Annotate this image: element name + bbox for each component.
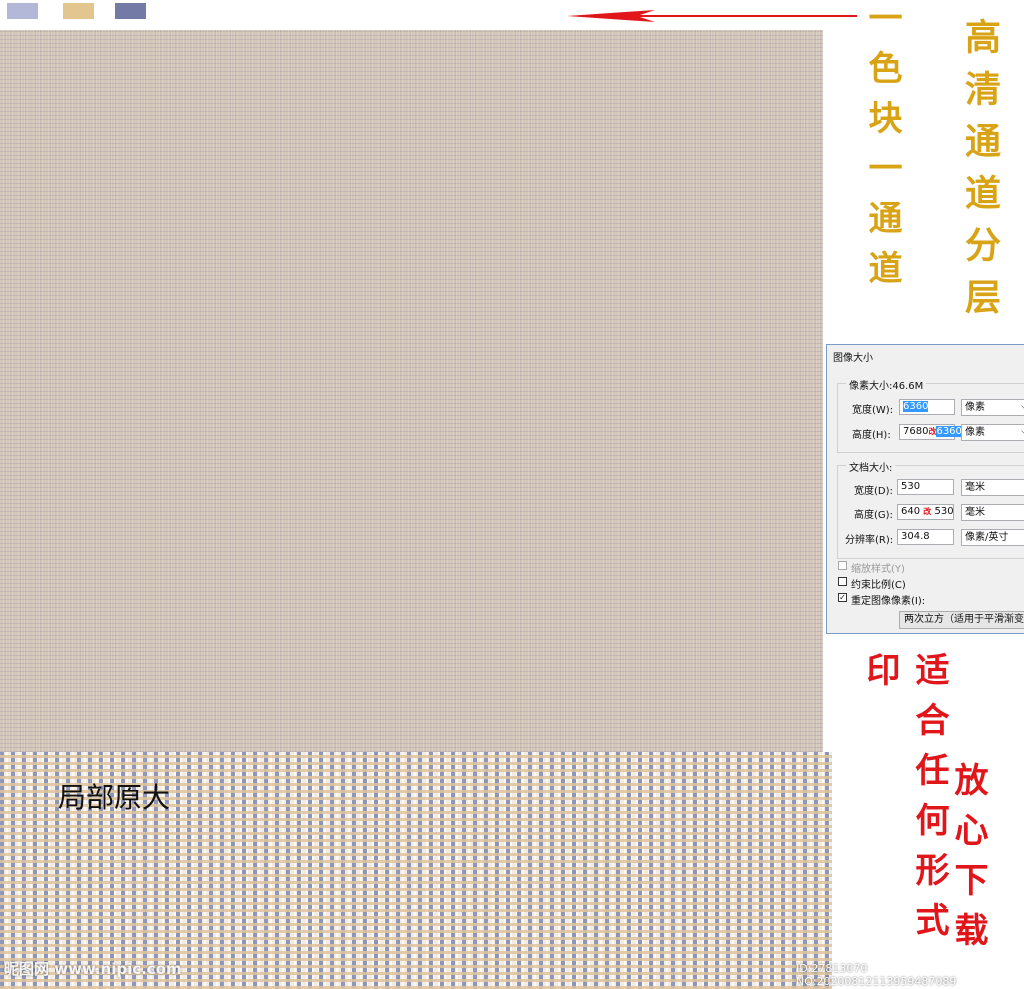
width-value: 6360 — [903, 401, 929, 412]
constrain-proportions-label: 约束比例(C) — [851, 580, 906, 591]
doc-width-unit-select[interactable]: 毫米 — [961, 479, 1024, 496]
image-size-dialog: 图像大小 像素大小:46.6M 宽度(W): 6360 像素⌵ 高度(H): 7… — [826, 344, 1024, 634]
pixel-size-label: 像素大小:46.6M — [846, 377, 927, 392]
vertical-text-gold-left: 一色块一通道 — [862, 0, 902, 300]
width-label: 宽度(W): — [852, 405, 894, 416]
height-field[interactable]: 7680改6360 — [899, 424, 962, 440]
resample-method-select[interactable]: 两次立方（适用于平滑渐变 — [899, 611, 1024, 629]
height-value-new: 6360 — [936, 426, 962, 437]
doc-width-unit: 毫米 — [965, 482, 985, 493]
watermark-right: ID:27813070 NO:20200812113959487089 — [796, 962, 957, 988]
resolution-value: 304.8 — [901, 531, 930, 542]
dialog-title: 图像大小 — [833, 353, 873, 364]
checkmark-icon: ✓ — [839, 593, 846, 602]
resolution-field[interactable]: 304.8 — [897, 529, 954, 545]
doc-height-change-mark: 改 — [923, 507, 932, 516]
constrain-proportions-checkbox[interactable] — [838, 577, 847, 586]
doc-height-new: 530 — [934, 506, 954, 517]
vertical-text-red-left: 适合任何形式印 — [860, 652, 949, 952]
doc-width-label: 宽度(D): — [854, 486, 893, 497]
scale-styles-checkbox[interactable] — [838, 561, 847, 570]
width-unit: 像素 — [965, 402, 985, 413]
doc-height-unit: 毫米 — [965, 507, 985, 518]
resolution-unit: 像素/英寸 — [965, 532, 1009, 543]
doc-width-value: 530 — [901, 481, 921, 492]
doc-height-unit-select[interactable]: 毫米 — [961, 504, 1024, 521]
resolution-unit-select[interactable]: 像素/英寸 — [961, 529, 1024, 546]
color-chip-1 — [7, 3, 38, 19]
doc-width-field[interactable]: 530 — [897, 479, 954, 495]
resample-label: 重定图像像素(I): — [851, 596, 926, 607]
resolution-label: 分辨率(R): — [845, 535, 894, 546]
doc-height-label: 高度(G): — [854, 510, 893, 521]
doc-height-field[interactable]: 640 改 530 — [897, 504, 954, 520]
vertical-text-red-right: 放心下载 — [948, 762, 988, 962]
height-unit: 像素 — [965, 427, 985, 438]
watermark-left: 昵图网 www.nipic.com — [4, 960, 182, 978]
detail-label: 局部原大 — [58, 781, 171, 814]
color-chip-2 — [63, 3, 94, 19]
doc-height-old: 640 — [901, 506, 921, 517]
red-arrow-icon — [567, 10, 857, 22]
height-value-old: 7680 — [903, 426, 929, 437]
color-chip-3 — [115, 3, 146, 19]
fabric-texture — [0, 30, 823, 752]
height-unit-select[interactable]: 像素⌵ — [961, 424, 1024, 441]
width-unit-select[interactable]: 像素⌵ — [961, 399, 1024, 416]
width-field[interactable]: 6360 — [899, 399, 955, 415]
height-label: 高度(H): — [852, 430, 891, 441]
vertical-text-gold-right: 高清通道分层 — [959, 18, 1001, 330]
resample-checkbox[interactable]: ✓ — [838, 593, 847, 602]
document-size-label: 文档大小: — [846, 459, 896, 474]
scale-styles-label: 缩放样式(Y) — [851, 564, 905, 575]
pixel-size-group: 像素大小:46.6M — [837, 377, 1024, 453]
